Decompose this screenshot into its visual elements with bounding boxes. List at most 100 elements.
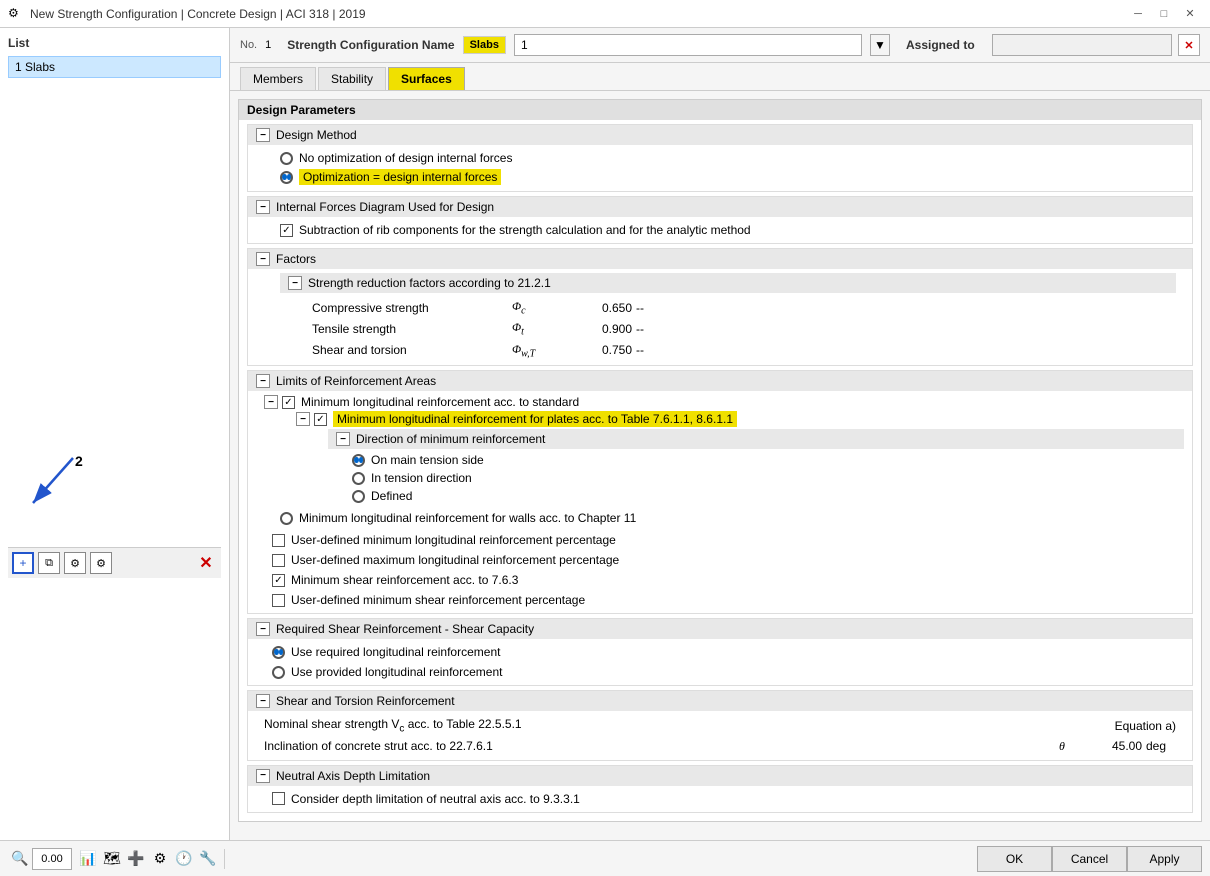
radio-defined-label: Defined [371,489,412,503]
factors-label: Factors [276,252,316,266]
toolbar-search-icon[interactable]: 🔍 [8,847,32,871]
radio-optimization[interactable] [280,171,293,184]
apply-button[interactable]: Apply [1127,846,1202,872]
shear-reinf-collapse[interactable]: − [256,622,270,636]
radio-use-required[interactable] [272,646,285,659]
toolbar-wrench-icon[interactable]: 🔧 [196,847,220,871]
tab-stability[interactable]: Stability [318,67,386,90]
checkbox-user-shear-label: User-defined minimum shear reinforcement… [291,593,585,607]
radio-use-provided-label: Use provided longitudinal reinforcement [291,665,502,679]
direction-row-defined: Defined [352,487,1184,505]
checkbox-subtraction-label: Subtraction of rib components for the st… [299,223,751,237]
toolbar-history-icon[interactable]: 🕐 [172,847,196,871]
checkbox-neutral-axis[interactable] [272,792,285,805]
radio-main-tension[interactable] [352,454,365,467]
delete-icon[interactable]: ✕ [195,552,217,574]
shear-torsion-content: Nominal shear strength Vc acc. to Table … [248,711,1192,759]
shear-row-required: Use required longitudinal reinforcement [272,643,1168,661]
checkbox-min-shear[interactable] [272,574,285,587]
direction-collapse[interactable]: − [336,432,350,446]
shear-reinforcement-header: − Required Shear Reinforcement - Shear C… [248,619,1192,639]
radio-tension-direction[interactable] [352,472,365,485]
sidebar-item-slabs[interactable]: 1 Slabs [8,56,221,78]
assigned-clear-button[interactable]: ✕ [1178,34,1200,56]
design-parameters-section: Design Parameters − Design Method No opt… [238,99,1202,822]
factors-collapse[interactable]: − [256,252,270,266]
tab-members[interactable]: Members [240,67,316,90]
direction-row-tension: In tension direction [352,469,1184,487]
assigned-input[interactable] [992,34,1172,56]
checkbox-row-user-max: User-defined maximum longitudinal reinfo… [272,551,1184,569]
factor-row-shear: Shear and torsion Φw,T 0.750 -- [312,340,1176,361]
radio-no-optimization[interactable] [280,152,293,165]
radio-use-required-label: Use required longitudinal reinforcement [291,645,500,659]
min-long-sub: − Minimum longitudinal reinforcement acc… [264,395,1184,505]
tab-surfaces[interactable]: Surfaces [388,67,465,90]
minimize-button[interactable]: ─ [1126,4,1150,24]
settings2-icon[interactable]: ⚙ [90,552,112,574]
internal-forces-content: Subtraction of rib components for the st… [248,217,1192,243]
cancel-button[interactable]: Cancel [1052,846,1127,872]
min-long-label: Minimum longitudinal reinforcement acc. … [301,395,579,409]
shear-reinforcement-section: − Required Shear Reinforcement - Shear C… [247,618,1193,686]
add-icon[interactable]: + [12,552,34,574]
internal-forces-collapse[interactable]: − [256,200,270,214]
min-long-plates-header-row: − Minimum longitudinal reinforcement for… [296,411,1184,427]
copy-icon[interactable]: ⧉ [38,552,60,574]
factors-rows: Compressive strength Φc 0.650 -- Tensile… [280,297,1176,361]
design-params-header: Design Parameters [239,100,1201,120]
checkbox-neutral-axis-label: Consider depth limitation of neutral axi… [291,792,580,806]
factor-compressive-value: 0.650 [572,301,632,315]
inclination-label: Inclination of concrete strut acc. to 22… [264,739,1042,753]
close-button[interactable]: ✕ [1178,4,1202,24]
maximize-button[interactable]: □ [1152,4,1176,24]
config-header: No. 1 Strength Configuration Name Slabs … [230,28,1210,63]
limits-content: − Minimum longitudinal reinforcement acc… [248,391,1192,613]
direction-options: On main tension side In tension directio… [328,451,1184,505]
min-long-collapse[interactable]: − [264,395,278,409]
toolbar-map-icon[interactable]: 🗺 [100,847,124,871]
factors-content: − Strength reduction factors according t… [248,269,1192,365]
no-value: 1 [265,39,271,51]
slabs-tag: Slabs [463,36,506,54]
min-long-walls-row: Minimum longitudinal reinforcement for w… [280,511,1184,525]
neutral-axis-collapse[interactable]: − [256,769,270,783]
radio-walls[interactable] [280,512,293,525]
factor-shear-name: Shear and torsion [312,343,512,357]
shear-torsion-header: − Shear and Torsion Reinforcement [248,691,1192,711]
toolbar-chart-icon[interactable]: 📊 [76,847,100,871]
limits-collapse[interactable]: − [256,374,270,388]
sidebar: List 1 Slabs 2 + ⧉ ⚙ ⚙ ✕ [0,28,230,840]
toolbar-settings3-icon[interactable]: ⚙ [148,847,172,871]
config-name-section: Strength Configuration Name Slabs ▼ [287,34,890,56]
dropdown-arrow[interactable]: ▼ [870,34,890,56]
checkbox-subtraction[interactable] [280,224,293,237]
settings-icon[interactable]: ⚙ [64,552,86,574]
vc-label: Nominal shear strength Vc acc. to Table … [264,717,1056,734]
assigned-section: Assigned to ✕ [906,34,1200,56]
radio-use-provided[interactable] [272,666,285,679]
checkbox-user-min[interactable] [272,534,285,547]
checkbox-user-shear[interactable] [272,594,285,607]
shear-torsion-section: − Shear and Torsion Reinforcement Nomina… [247,690,1193,760]
shear-torsion-collapse[interactable]: − [256,694,270,708]
checkbox-min-long-plates[interactable] [314,413,327,426]
theta-symbol: θ [1042,739,1082,754]
checkbox-user-max[interactable] [272,554,285,567]
radio-tension-direction-label: In tension direction [371,471,472,485]
design-method-label: Design Method [276,128,357,142]
ok-button[interactable]: OK [977,846,1052,872]
factors-sub-label: Strength reduction factors according to … [308,276,551,290]
radio-defined[interactable] [352,490,365,503]
radio-main-tension-label: On main tension side [371,453,484,467]
vc-value: Equation a) [1056,719,1176,733]
checkbox-min-long[interactable] [282,396,295,409]
toolbar-add-icon[interactable]: ➕ [124,847,148,871]
config-name-input[interactable] [514,34,862,56]
design-method-collapse[interactable]: − [256,128,270,142]
shear-torsion-row-2: Inclination of concrete strut acc. to 22… [264,737,1176,756]
checkbox-row-user-min: User-defined minimum longitudinal reinfo… [272,531,1184,549]
factors-sub-collapse[interactable]: − [288,276,302,290]
min-long-plates-collapse[interactable]: − [296,412,310,426]
limits-header: − Limits of Reinforcement Areas [248,371,1192,391]
